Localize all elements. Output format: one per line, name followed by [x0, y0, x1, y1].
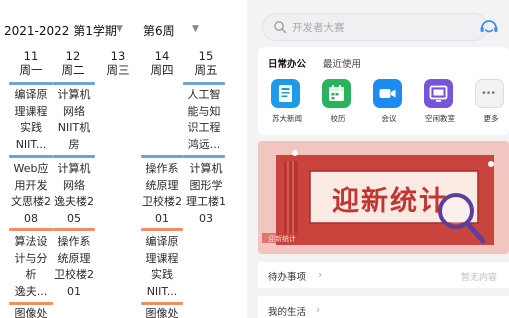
chevron-right-icon: › [316, 303, 321, 316]
search-icon [274, 21, 287, 34]
todo-title: 待办事项 [268, 272, 307, 283]
course-cell[interactable]: 人工智 能与知 识工程 鸿远... [181, 87, 227, 153]
day-header-fri: 15 周五 [183, 49, 229, 77]
day-weekday: 周四 [150, 63, 174, 77]
day-date: 11 [23, 49, 39, 63]
my-life-section[interactable]: 我的生活 › [258, 296, 509, 318]
course-cell[interactable]: 计算机 网络 逸夫楼2 05 [52, 161, 96, 227]
todo-empty-text: 暂无内容 [460, 273, 497, 283]
day-date: 12 [65, 49, 81, 63]
course-color-bar [9, 228, 53, 231]
day-date: 14 [154, 49, 170, 63]
customer-service-icon[interactable] [476, 14, 502, 40]
tab-recently-used[interactable]: 最近使用 [323, 56, 361, 70]
day-weekday: 周五 [194, 63, 218, 77]
app-label: 更多 [483, 114, 499, 123]
day-header-tue: 12 周二 [50, 49, 96, 77]
calendar-icon [322, 79, 351, 108]
chevron-right-icon: › [318, 268, 323, 281]
course-color-bar [141, 155, 183, 158]
term-dropdown-icon[interactable]: ▼ [116, 24, 123, 34]
timetable-header: 2021-2022 第1学期 ▼ 第6周 ▼ [0, 0, 247, 44]
term-selector[interactable]: 2021-2022 第1学期 [4, 22, 117, 39]
course-color-bar [9, 302, 53, 305]
course-cell[interactable]: 算法设 计与分 析 逸夫... [8, 234, 54, 300]
course-cell[interactable]: 编译原 理课程 实践 NIIT... [139, 234, 185, 300]
course-cell[interactable]: 图像处 [139, 306, 185, 318]
tab-daily-office[interactable]: 日常办公 [268, 56, 306, 70]
day-weekday: 周三 [106, 63, 130, 77]
search-bar[interactable]: 开发者大赛 [262, 13, 488, 41]
timetable-panel: 2021-2022 第1学期 ▼ 第6周 ▼ 11 周一 12 周二 13 周三… [0, 0, 247, 318]
course-color-bar [141, 228, 183, 231]
course-color-bar [9, 155, 53, 158]
course-color-bar [53, 228, 95, 231]
newspaper-icon [271, 79, 300, 108]
day-date: 13 [110, 49, 126, 63]
course-cell[interactable]: 操作系 统原理 卫校楼2 01 [139, 161, 185, 227]
app-label: 校历 [330, 114, 346, 123]
course-color-bar [141, 302, 183, 305]
course-cell[interactable]: 计算机 图形学 理工楼1 03 [183, 161, 229, 227]
banner-watermark: 迎新统计 [268, 235, 296, 243]
app-label: 空闲教室 [425, 114, 455, 123]
day-weekday: 周二 [61, 63, 85, 77]
course-cell[interactable]: 编译原 理课程 实践 NIIT... [8, 87, 54, 153]
course-cell[interactable]: 图像处 [8, 306, 54, 318]
course-color-bar [183, 155, 225, 158]
week-dropdown-icon[interactable]: ▼ [192, 24, 199, 34]
week-selector[interactable]: 第6周 [143, 22, 175, 39]
day-date: 15 [198, 49, 214, 63]
day-header-mon: 11 周一 [8, 49, 54, 77]
banner-title: 迎新统计 [332, 186, 448, 217]
my-life-title: 我的生活 [268, 307, 307, 318]
day-header-thu: 14 周四 [139, 49, 185, 77]
apps-card: 日常办公 最近使用 苏大新闻 校历 会议 空闲教室 更多 [258, 47, 509, 135]
app-label: 会议 [381, 114, 397, 123]
todo-section[interactable]: 待办事项 › 暂无内容 [258, 262, 509, 288]
welcome-statistics-banner[interactable]: 迎新统计 迎新统计 [258, 141, 509, 254]
day-weekday: 周一 [19, 63, 43, 77]
course-color-bar [9, 82, 53, 85]
course-cell[interactable]: Web应 用开发 文思楼2 08 [7, 161, 55, 227]
classroom-icon [424, 79, 453, 108]
app-label: 苏大新闻 [272, 114, 302, 123]
video-camera-icon [373, 79, 402, 108]
app-home-panel: 开发者大赛 日常办公 最近使用 苏大新闻 校历 会议 空闲教室 更多 迎新统计 … [254, 0, 509, 318]
day-header-wed: 13 周三 [95, 49, 141, 77]
course-color-bar [53, 82, 95, 85]
search-placeholder: 开发者大赛 [292, 22, 345, 34]
course-cell[interactable]: 计算机 网络 NIIT机 房 [52, 87, 96, 153]
course-color-bar [183, 82, 225, 85]
course-color-bar [53, 155, 95, 158]
more-icon [475, 79, 504, 108]
course-cell[interactable]: 操作系 统原理 卫校楼2 01 [51, 234, 97, 300]
